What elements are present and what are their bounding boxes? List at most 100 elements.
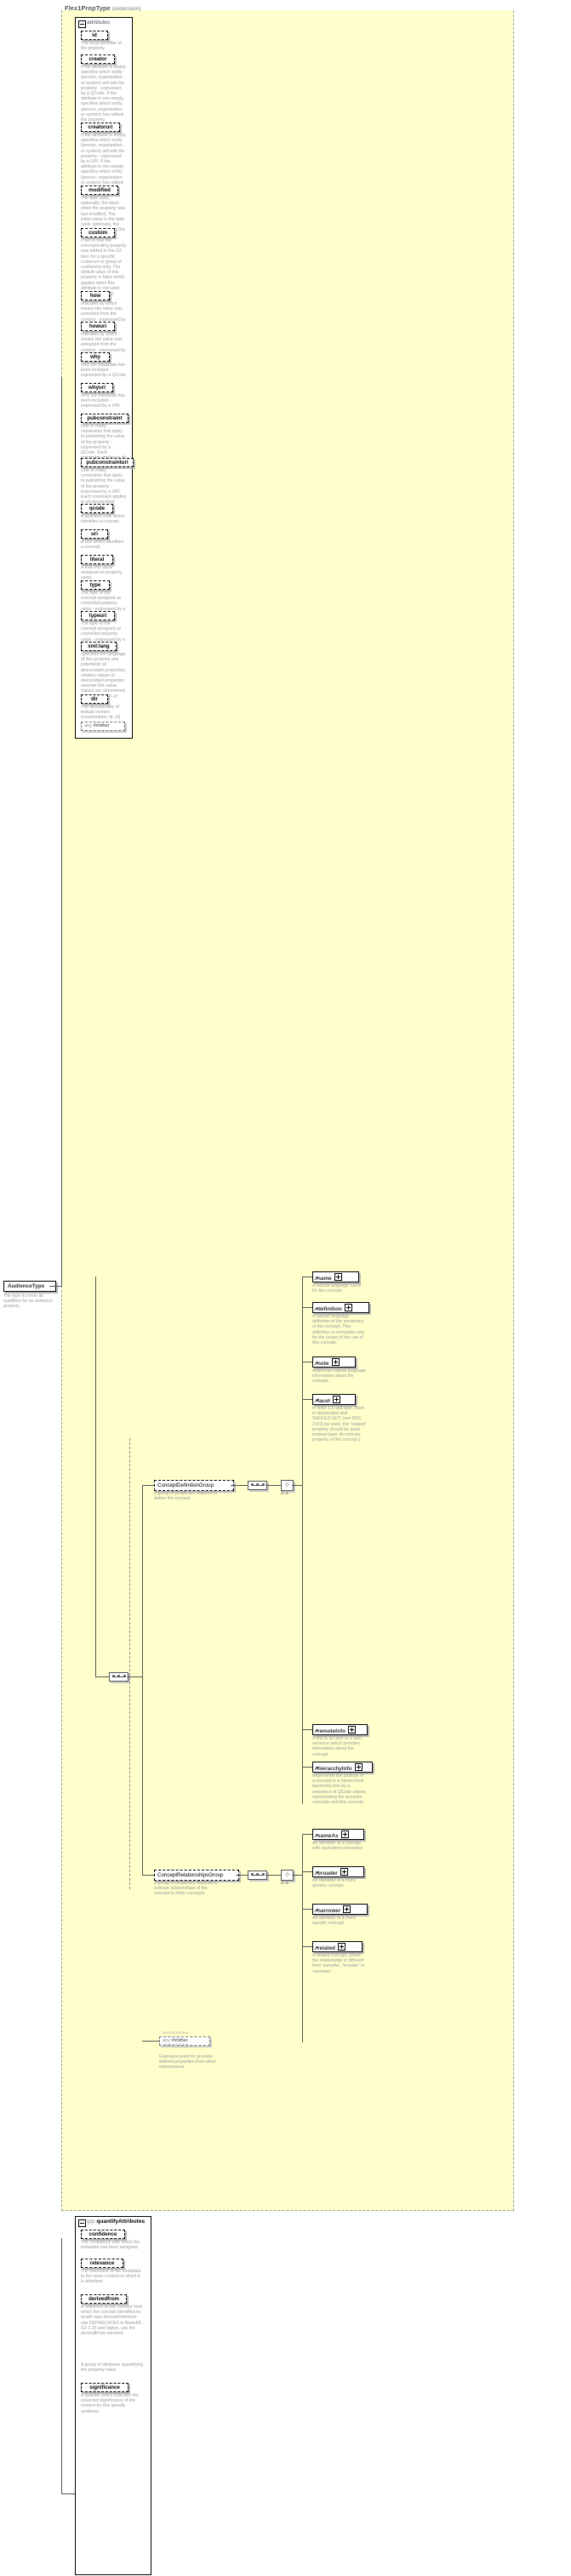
ref-arrow-icon: ↗ — [314, 1277, 319, 1282]
any-label: any — [84, 723, 93, 728]
element-related[interactable]: ↗ related — [312, 1941, 363, 1952]
element-note[interactable]: ↗ note — [312, 1357, 356, 1368]
ref-arrow-icon: ↗ — [314, 1767, 319, 1772]
expand-broader-icon[interactable] — [340, 1868, 348, 1876]
expand-remoteinfo-icon[interactable] — [348, 1726, 357, 1734]
attribute-why[interactable]: why — [81, 352, 110, 362]
collapse-attributes-icon[interactable] — [78, 20, 86, 28]
attribute-xml-lang[interactable]: xml:lang — [81, 642, 117, 651]
attribute-how[interactable]: how — [81, 291, 110, 300]
audiencetype-box[interactable]: AudienceType — [3, 1281, 56, 1292]
element-sameas[interactable]: ↗ sameAs — [312, 1829, 364, 1840]
attribute-creatoruri-desc: If the attribute is empty, specifies whi… — [81, 133, 127, 191]
expand-related-icon[interactable] — [337, 1943, 345, 1951]
attribute-id[interactable]: id — [81, 31, 108, 40]
attribute-relevance[interactable]: relevance — [81, 2259, 123, 2268]
attribute-typeuri[interactable]: typeuri — [81, 611, 115, 620]
expand-name-icon[interactable] — [334, 1273, 342, 1281]
attribute-dir[interactable]: dir — [81, 694, 108, 704]
expand-facet-icon[interactable] — [332, 1396, 340, 1403]
ref-arrow-icon: ↗ — [314, 1399, 319, 1404]
crg-cardinality: 0..∞ — [281, 1881, 289, 1886]
attribute-custom[interactable]: custom — [81, 228, 115, 237]
attribute-uri[interactable]: uri — [81, 529, 108, 539]
element-hierarchyinfo-label: hierarchyInfo — [317, 1766, 352, 1772]
cdg-cardinality: 0..∞ — [281, 1491, 289, 1496]
cdg-seq-to-choice — [266, 1485, 281, 1486]
expand-definition-icon[interactable] — [344, 1304, 352, 1311]
bottom-lead — [61, 2493, 75, 2494]
element-definition[interactable]: ↗ definition — [312, 1302, 369, 1313]
element-definition-label: definition — [317, 1306, 342, 1312]
element-facet-desc: In NAR 1.8 and later, facet is deprecate… — [312, 1406, 367, 1443]
cdg-element-spine — [302, 1277, 303, 1804]
element-narrower-desc: An identifier of a more specific concept… — [312, 1916, 356, 1927]
element-facet[interactable]: ↗ facet — [312, 1394, 356, 1405]
element-note-desc: Additional natural language information … — [312, 1368, 366, 1385]
attribute-qcode[interactable]: qcode — [81, 504, 113, 513]
expand-hierarchyinfo-icon[interactable] — [354, 1763, 363, 1771]
attribute-modified[interactable]: modified — [81, 186, 118, 195]
element-remoteinfo[interactable]: ↗ remoteInfo — [312, 1724, 368, 1735]
attribute-creator[interactable]: creator — [81, 54, 115, 64]
cdg-lead-definition — [302, 1307, 312, 1308]
crg-lead-narrower — [302, 1909, 312, 1910]
element-note-label: note — [317, 1361, 329, 1367]
attribute-custom-desc: If set to true the corresponding propert… — [81, 238, 127, 296]
any-other-wiggle-top: ∿∿∿∿∿∿∿∿ — [162, 2031, 189, 2036]
collapse-quantify-icon[interactable] — [78, 2219, 86, 2227]
attribute-type[interactable]: type — [81, 580, 110, 590]
seq-out — [127, 1676, 142, 1677]
attribute-any-other[interactable]: any ##other — [81, 722, 125, 731]
ref-arrow-icon: ↗ — [314, 1834, 319, 1839]
attribute-pubconstraint[interactable]: pubconstraint — [81, 414, 128, 423]
conceptdefinitiongroup-label: ConceptDefinitionGroup — [157, 1482, 214, 1488]
attribute-pubconstrainturi[interactable]: pubconstrainturi — [81, 458, 134, 467]
expand-sameas-icon[interactable] — [340, 1831, 349, 1838]
attribute-whyuri[interactable]: whyuri — [81, 383, 113, 392]
element-definition-desc: A natural language definition of the sem… — [312, 1314, 365, 1346]
expand-narrower-icon[interactable] — [343, 1905, 351, 1913]
ref-arrow-icon: ↗ — [314, 1871, 319, 1876]
type-spine — [61, 377, 62, 1286]
attribute-howuri[interactable]: howuri — [81, 322, 115, 331]
sequence-connector-crg[interactable] — [248, 1871, 267, 1880]
attribute-literal-desc: A free-text value assigned as property v… — [81, 565, 123, 581]
conceptrelationshipsgroup-desc: A group of properties required to indica… — [154, 1881, 218, 1897]
element-facet-label: facet — [317, 1398, 330, 1404]
expand-note-icon[interactable] — [331, 1358, 340, 1366]
element-name[interactable]: ↗ name — [312, 1271, 359, 1282]
attribute-significance[interactable]: significance — [81, 2383, 128, 2392]
conceptdefinitiongroup-box[interactable]: ConceptDefinitionGroup — [154, 1480, 234, 1491]
element-name-desc: A natural language name for the concept. — [312, 1283, 362, 1294]
group-branch-spine — [142, 1485, 143, 1875]
element-broader-desc: An identifier of a more generic concept. — [312, 1878, 356, 1889]
conceptrelationshipsgroup-lead — [142, 1875, 154, 1876]
attribute-literal[interactable]: literal — [81, 555, 113, 564]
sequence-connector-root[interactable] — [109, 1672, 128, 1682]
attribute-creatoruri[interactable]: creatoruri — [81, 123, 120, 132]
any-other-note: Extension point for provider-defined pro… — [159, 2054, 216, 2071]
audiencetype-label: AudienceType — [8, 1283, 45, 1289]
ref-arrow-icon: ↗ — [314, 1729, 319, 1734]
complextype-extension-label: (extension) — [111, 6, 141, 12]
attribute-relevance-desc: The relevance of the metadata to the new… — [81, 2269, 141, 2285]
element-hierarchyinfo[interactable]: ↗ hierarchyInfo — [312, 1762, 373, 1773]
element-related-label: related — [317, 1945, 335, 1951]
attribute-whyuri-desc: Why the metadata has been included - exp… — [81, 393, 125, 409]
conceptdefinitiongroup-lead — [142, 1485, 154, 1486]
cdg-to-seq — [231, 1485, 248, 1486]
sequence-connector-cdg[interactable] — [248, 1481, 267, 1490]
crg-lead-broader — [302, 1871, 312, 1872]
attribute-derivedfrom[interactable]: derivedfrom — [81, 2294, 127, 2304]
model-group-dashed-spine — [129, 1438, 130, 1889]
conceptrelationshipsgroup-box[interactable]: ConceptRelationshipsGroup — [154, 1870, 239, 1881]
attribute-confidence[interactable]: confidence — [81, 2230, 125, 2239]
element-broader[interactable]: ↗ broader — [312, 1866, 364, 1877]
cdg-lead-remoteinfo — [302, 1729, 312, 1730]
element-related-desc: A related concept, where the relationshi… — [312, 1953, 365, 1974]
any-other-namespace: ##other — [93, 723, 110, 728]
attribute-xml-lang-desc: Specifies the language of this property … — [81, 652, 126, 700]
root-seq-lead — [95, 1676, 109, 1677]
element-narrower[interactable]: ↗ narrower — [312, 1904, 368, 1915]
